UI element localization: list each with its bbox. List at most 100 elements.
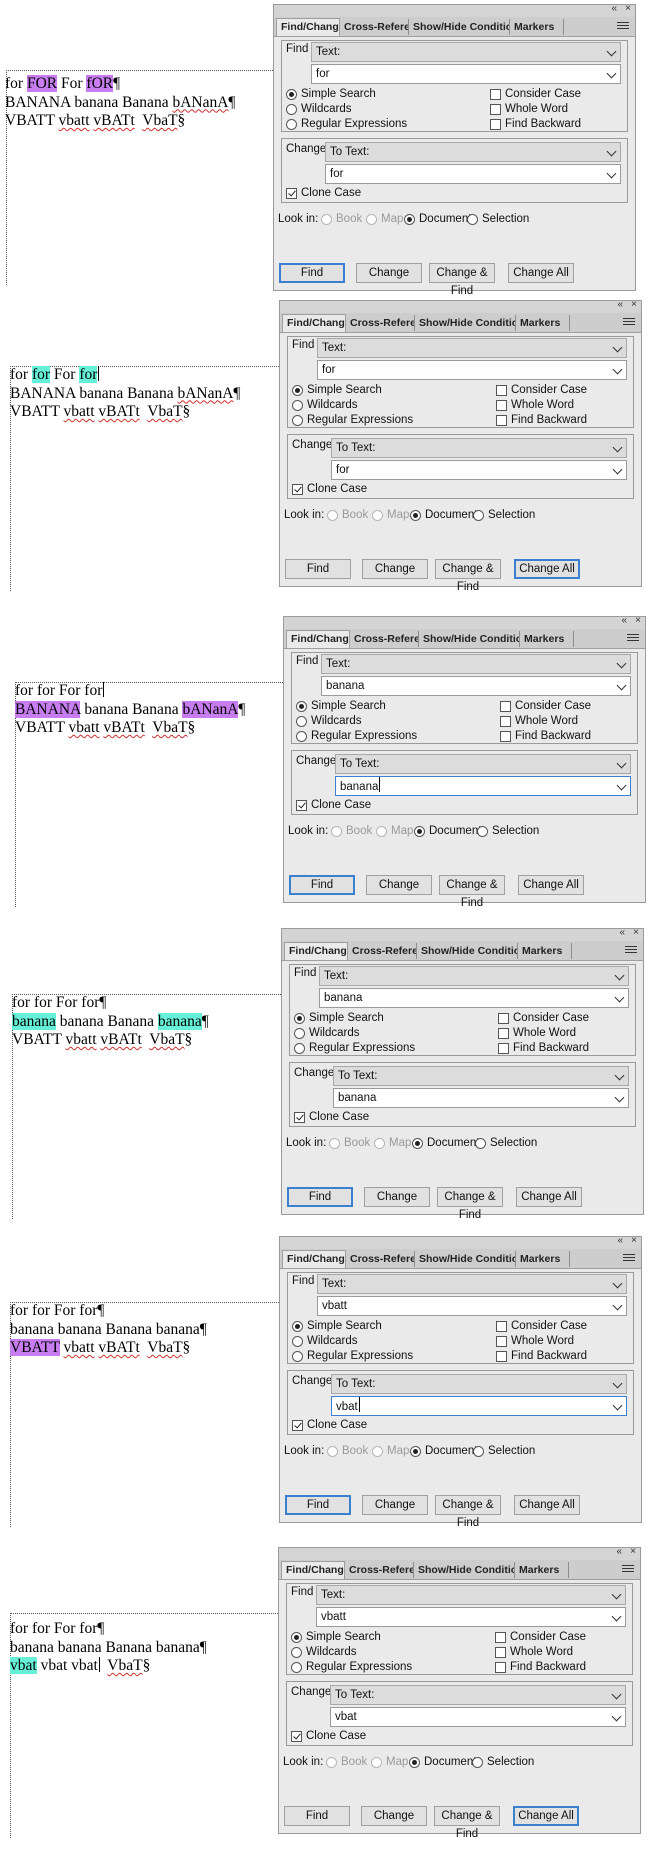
look-in-selection-radio[interactable] xyxy=(477,826,488,837)
document-text[interactable]: for FOR For fOR¶ BANANA banana Banana bAN… xyxy=(5,75,235,131)
look-in-document-radio[interactable] xyxy=(414,826,425,837)
tab-show-hide-conditional[interactable]: Show/Hide Conditiona xyxy=(414,1562,515,1578)
find-backward-checkbox[interactable] xyxy=(496,1351,507,1362)
consider-case-checkbox[interactable] xyxy=(490,89,501,100)
change-type-select[interactable]: To Text: xyxy=(333,1066,629,1086)
tab-find-change[interactable]: Find/Change xyxy=(282,314,346,332)
look-in-selection-radio[interactable] xyxy=(467,214,478,225)
change-all-button[interactable]: Change All xyxy=(513,1806,579,1826)
look-in-selection-radio[interactable] xyxy=(473,1446,484,1457)
change-all-button[interactable]: Change All xyxy=(518,875,584,895)
change-button[interactable]: Change xyxy=(366,875,432,895)
change-type-select[interactable]: To Text: xyxy=(325,142,621,162)
wildcards-radio[interactable] xyxy=(296,716,307,727)
find-what-input[interactable]: banana xyxy=(321,676,631,696)
find-button[interactable]: Find xyxy=(289,875,355,895)
find-button[interactable]: Find xyxy=(285,559,351,579)
clone-case-checkbox[interactable] xyxy=(296,800,307,811)
tab-markers[interactable]: Markers xyxy=(518,943,572,959)
look-in-document-radio[interactable] xyxy=(410,510,421,521)
change-find-button[interactable]: Change & Find xyxy=(435,1495,501,1529)
simple-search-radio[interactable] xyxy=(296,701,307,712)
tab-markers[interactable]: Markers xyxy=(516,315,570,331)
change-to-input[interactable]: vbat xyxy=(331,1396,627,1416)
change-to-input[interactable]: for xyxy=(325,164,621,184)
regular-expressions-radio[interactable] xyxy=(286,119,297,130)
find-type-select[interactable]: Text: xyxy=(317,1274,627,1294)
change-button[interactable]: Change xyxy=(361,1806,427,1826)
simple-search-radio[interactable] xyxy=(292,1321,303,1332)
regular-expressions-radio[interactable] xyxy=(292,415,303,426)
tab-show-hide-conditional[interactable]: Show/Hide Conditiona xyxy=(409,19,510,35)
change-find-button[interactable]: Change & Find xyxy=(437,1187,503,1221)
change-to-input[interactable]: for xyxy=(331,460,627,480)
change-all-button[interactable]: Change All xyxy=(516,1187,582,1207)
clone-case-checkbox[interactable] xyxy=(294,1112,305,1123)
find-button[interactable]: Find xyxy=(279,263,345,283)
find-type-select[interactable]: Text: xyxy=(319,966,629,986)
look-in-document-radio[interactable] xyxy=(404,214,415,225)
tab-markers[interactable]: Markers xyxy=(510,19,564,35)
collapse-icon[interactable]: « xyxy=(617,299,623,311)
change-to-input[interactable]: vbat xyxy=(330,1707,626,1727)
panel-menu-icon[interactable] xyxy=(617,20,629,31)
simple-search-radio[interactable] xyxy=(291,1632,302,1643)
close-icon[interactable]: × xyxy=(631,1235,637,1247)
tab-markers[interactable]: Markers xyxy=(515,1562,569,1578)
tab-find-change[interactable]: Find/Change xyxy=(281,1561,345,1579)
change-find-button[interactable]: Change & Find xyxy=(439,875,505,909)
find-backward-checkbox[interactable] xyxy=(496,415,507,426)
close-icon[interactable]: × xyxy=(630,1546,636,1558)
whole-word-checkbox[interactable] xyxy=(495,1647,506,1658)
find-what-input[interactable]: for xyxy=(311,64,621,84)
find-type-select[interactable]: Text: xyxy=(317,338,627,358)
find-type-select[interactable]: Text: xyxy=(316,1585,626,1605)
consider-case-checkbox[interactable] xyxy=(496,385,507,396)
tab-find-change[interactable]: Find/Change xyxy=(282,1250,346,1268)
wildcards-radio[interactable] xyxy=(292,400,303,411)
regular-expressions-radio[interactable] xyxy=(291,1662,302,1673)
tab-find-change[interactable]: Find/Change xyxy=(276,18,340,36)
close-icon[interactable]: × xyxy=(625,3,631,15)
whole-word-checkbox[interactable] xyxy=(496,1336,507,1347)
change-all-button[interactable]: Change All xyxy=(514,1495,580,1515)
collapse-icon[interactable]: « xyxy=(619,927,625,939)
change-type-select[interactable]: To Text: xyxy=(330,1685,626,1705)
change-button[interactable]: Change xyxy=(356,263,422,283)
find-backward-checkbox[interactable] xyxy=(490,119,501,130)
clone-case-checkbox[interactable] xyxy=(292,1420,303,1431)
collapse-icon[interactable]: « xyxy=(611,3,617,15)
panel-menu-icon[interactable] xyxy=(622,1563,634,1574)
change-to-input[interactable]: banana xyxy=(333,1088,629,1108)
change-type-select[interactable]: To Text: xyxy=(335,754,631,774)
look-in-selection-radio[interactable] xyxy=(475,1138,486,1149)
wildcards-radio[interactable] xyxy=(292,1336,303,1347)
simple-search-radio[interactable] xyxy=(292,385,303,396)
find-backward-checkbox[interactable] xyxy=(498,1043,509,1054)
wildcards-radio[interactable] xyxy=(294,1028,305,1039)
document-text[interactable]: for for For for¶ banana banana Banana ban… xyxy=(10,1620,207,1676)
whole-word-checkbox[interactable] xyxy=(498,1028,509,1039)
document-text[interactable]: for for For for¶ banana banana Banana ban… xyxy=(12,994,209,1050)
change-type-select[interactable]: To Text: xyxy=(331,438,627,458)
look-in-selection-radio[interactable] xyxy=(472,1757,483,1768)
look-in-document-radio[interactable] xyxy=(409,1757,420,1768)
collapse-icon[interactable]: « xyxy=(616,1546,622,1558)
tab-cross-reference[interactable]: Cross-Reference xyxy=(340,19,409,35)
tab-cross-reference[interactable]: Cross-Reference xyxy=(345,1562,414,1578)
tab-cross-reference[interactable]: Cross-Reference xyxy=(346,315,415,331)
tab-cross-reference[interactable]: Cross-Reference xyxy=(350,631,419,647)
panel-menu-icon[interactable] xyxy=(623,316,635,327)
regular-expressions-radio[interactable] xyxy=(296,731,307,742)
change-button[interactable]: Change xyxy=(364,1187,430,1207)
find-backward-checkbox[interactable] xyxy=(500,731,511,742)
tab-find-change[interactable]: Find/Change xyxy=(286,630,350,648)
find-backward-checkbox[interactable] xyxy=(495,1662,506,1673)
consider-case-checkbox[interactable] xyxy=(495,1632,506,1643)
change-type-select[interactable]: To Text: xyxy=(331,1374,627,1394)
change-button[interactable]: Change xyxy=(362,559,428,579)
tab-show-hide-conditional[interactable]: Show/Hide Conditiona xyxy=(415,315,516,331)
whole-word-checkbox[interactable] xyxy=(490,104,501,115)
change-find-button[interactable]: Change & Find xyxy=(435,559,501,593)
consider-case-checkbox[interactable] xyxy=(500,701,511,712)
